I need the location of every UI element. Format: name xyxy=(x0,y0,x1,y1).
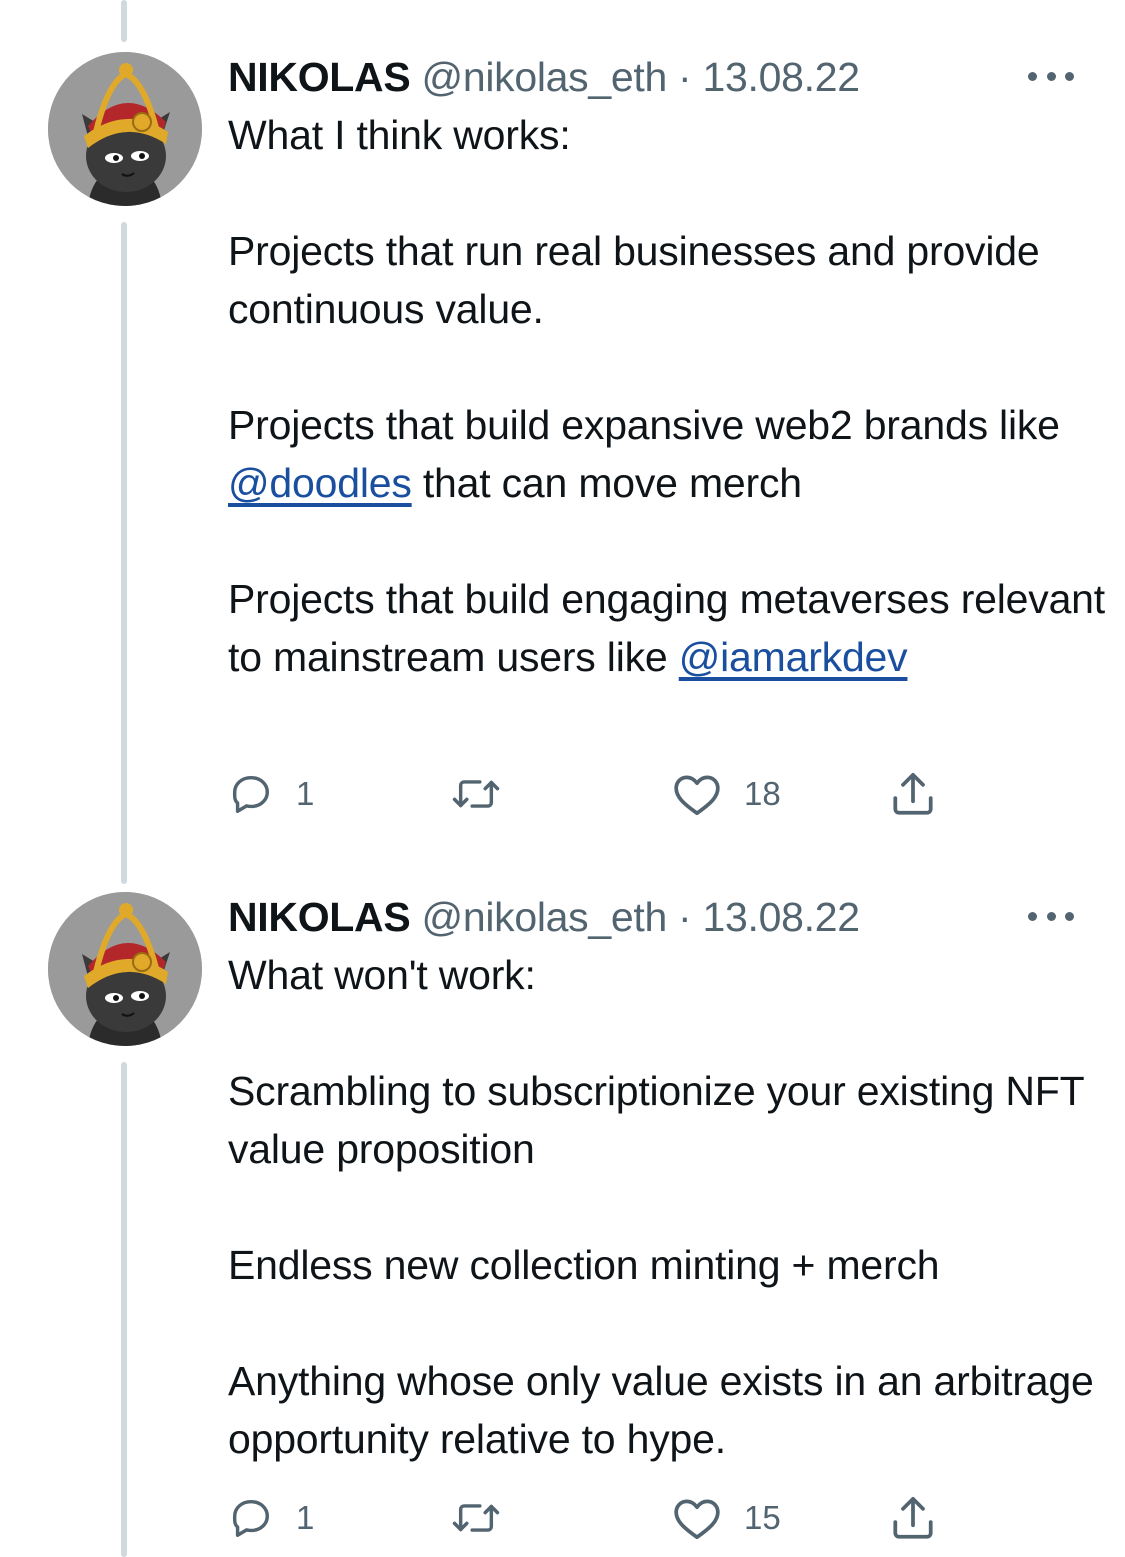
display-name[interactable]: NIKOLAS xyxy=(228,54,411,100)
tweet-paragraph: Projects that build engaging metaverses … xyxy=(228,570,1108,686)
tweet-text: What I think works: Projects that run re… xyxy=(228,106,1108,686)
display-name[interactable]: NIKOLAS xyxy=(228,894,411,940)
share-icon xyxy=(893,772,933,815)
like-button[interactable]: 15 xyxy=(672,1492,781,1544)
tweet-text: What won't work: Scrambling to subscript… xyxy=(228,946,1108,1468)
thread-line-bottom xyxy=(121,1062,127,1557)
share-button[interactable] xyxy=(888,1492,938,1544)
like-count: 15 xyxy=(744,1499,781,1536)
reply-icon xyxy=(232,775,270,813)
thread-line-middle xyxy=(121,222,127,884)
tweet-paragraph: What I think works: xyxy=(228,106,1108,164)
user-handle[interactable]: @nikolas_eth xyxy=(422,54,668,100)
text-segment: Projects that run real businesses and pr… xyxy=(228,228,1040,332)
tweet-header: NIKOLAS @nikolas_eth · 13.08.22 xyxy=(228,892,860,942)
more-icon[interactable] xyxy=(1028,904,1074,928)
mention-link[interactable]: @doodles xyxy=(228,460,412,506)
avatar[interactable] xyxy=(48,52,202,206)
avatar[interactable] xyxy=(48,892,202,1046)
tweet-paragraph: Anything whose only value exists in an a… xyxy=(228,1352,1108,1468)
mention-link[interactable]: @iamarkdev xyxy=(679,634,908,680)
separator-dot: · xyxy=(678,54,692,100)
avatar-image xyxy=(48,52,202,206)
text-segment: Projects that build engaging metaverses … xyxy=(228,576,1105,680)
text-segment: that can move merch xyxy=(411,460,802,506)
share-icon xyxy=(893,1496,933,1539)
tweet-paragraph: What won't work: xyxy=(228,946,1108,1004)
separator-dot: · xyxy=(678,894,692,940)
text-segment: What I think works: xyxy=(228,112,571,158)
heart-icon xyxy=(674,775,720,816)
reply-button[interactable]: 1 xyxy=(228,1492,314,1544)
tweet-date[interactable]: 13.08.22 xyxy=(703,894,861,940)
heart-icon xyxy=(674,1499,720,1540)
avatar-image xyxy=(48,892,202,1046)
retweet-icon xyxy=(452,780,500,808)
text-segment: Scrambling to subscriptionize your exist… xyxy=(228,1068,1084,1172)
reply-button[interactable]: 1 xyxy=(228,768,314,820)
reply-count: 1 xyxy=(296,775,315,812)
like-button[interactable]: 18 xyxy=(672,768,781,820)
more-icon[interactable] xyxy=(1028,64,1074,88)
tweet-paragraph: Scrambling to subscriptionize your exist… xyxy=(228,1062,1108,1178)
text-segment: What won't work: xyxy=(228,952,536,998)
user-handle[interactable]: @nikolas_eth xyxy=(422,894,668,940)
tweet-paragraph: Endless new collection minting + merch xyxy=(228,1236,1108,1294)
text-segment: Projects that build expansive web2 brand… xyxy=(228,402,1060,448)
tweet-header: NIKOLAS @nikolas_eth · 13.08.22 xyxy=(228,52,860,102)
like-count: 18 xyxy=(744,775,781,812)
retweet-button[interactable] xyxy=(450,1492,524,1544)
retweet-icon xyxy=(452,1504,500,1532)
tweet-date[interactable]: 13.08.22 xyxy=(703,54,861,100)
thread-line-top xyxy=(121,0,127,42)
tweet-paragraph: Projects that build expansive web2 brand… xyxy=(228,396,1108,512)
tweet-actions: 1 15 xyxy=(228,1492,968,1544)
share-button[interactable] xyxy=(888,768,938,820)
text-segment: Anything whose only value exists in an a… xyxy=(228,1358,1094,1462)
reply-count: 1 xyxy=(296,1499,315,1536)
tweet-actions: 1 18 xyxy=(228,768,968,820)
tweet-paragraph: Projects that run real businesses and pr… xyxy=(228,222,1108,338)
reply-icon xyxy=(232,1499,270,1537)
text-segment: Endless new collection minting + merch xyxy=(228,1242,940,1288)
retweet-button[interactable] xyxy=(450,768,524,820)
